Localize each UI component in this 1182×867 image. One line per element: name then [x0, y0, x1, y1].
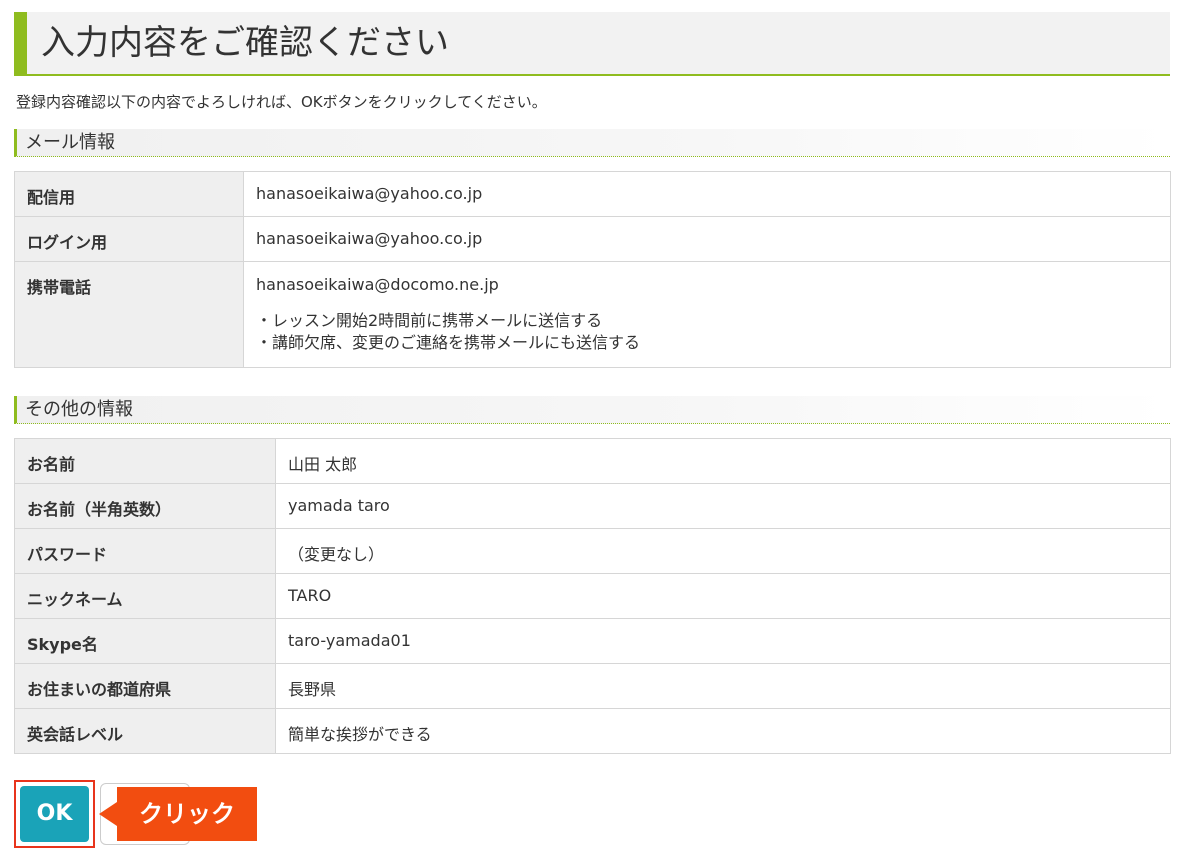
row-label: ログイン用 [14, 216, 244, 262]
row-label: パスワード [14, 528, 276, 574]
table-row: 配信用 hanasoeikaiwa@yahoo.co.jp [14, 171, 1171, 217]
row-label: お名前 [14, 438, 276, 484]
row-value: yamada taro [275, 483, 1171, 529]
mail-info-table: 配信用 hanasoeikaiwa@yahoo.co.jp ログイン用 hana… [14, 171, 1171, 368]
ok-button-label: OK [20, 786, 89, 842]
page-title: 入力内容をご確認ください [14, 12, 1170, 76]
table-row: 英会話レベル 簡単な挨拶ができる [14, 708, 1171, 754]
row-value: hanasoeikaiwa@yahoo.co.jp [243, 171, 1171, 217]
row-value: hanasoeikaiwa@yahoo.co.jp [243, 216, 1171, 262]
mail-section-heading: メール情報 [14, 129, 1170, 157]
click-callout: クリック [117, 787, 257, 841]
row-value-cell: hanasoeikaiwa@docomo.ne.jp ・レッスン開始2時間前に携… [243, 261, 1171, 368]
note-item: ・レッスン開始2時間前に携帯メールに送信する [256, 311, 603, 330]
row-label: お名前（半角英数） [14, 483, 276, 529]
table-row: お名前 山田 太郎 [14, 438, 1171, 484]
row-value: 簡単な挨拶ができる [275, 708, 1171, 754]
row-value: 山田 太郎 [275, 438, 1171, 484]
table-row: お住まいの都道府県 長野県 [14, 663, 1171, 709]
intro-text: 登録内容確認以下の内容でよろしければ、OKボタンをクリックしてください。 [16, 93, 547, 111]
row-value: 長野県 [275, 663, 1171, 709]
note-item: ・講師欠席、変更のご連絡を携帯メールにも送信する [256, 333, 641, 352]
row-label: 配信用 [14, 171, 244, 217]
row-label: Skype名 [14, 618, 276, 664]
row-label: 英会話レベル [14, 708, 276, 754]
mobile-notes: ・レッスン開始2時間前に携帯メールに送信する ・講師欠席、変更のご連絡を携帯メー… [256, 310, 1158, 354]
other-info-table: お名前 山田 太郎 お名前（半角英数） yamada taro パスワード （変… [14, 438, 1171, 754]
row-label: お住まいの都道府県 [14, 663, 276, 709]
row-label: ニックネーム [14, 573, 276, 619]
ok-button[interactable]: OK [14, 780, 95, 848]
table-row: 携帯電話 hanasoeikaiwa@docomo.ne.jp ・レッスン開始2… [14, 261, 1171, 368]
table-row: ニックネーム TARO [14, 573, 1171, 619]
row-value: hanasoeikaiwa@docomo.ne.jp [256, 275, 499, 294]
other-section-heading: その他の情報 [14, 396, 1170, 424]
callout-arrow-icon [99, 802, 117, 826]
table-row: お名前（半角英数） yamada taro [14, 483, 1171, 529]
table-row: パスワード （変更なし） [14, 528, 1171, 574]
row-label: 携帯電話 [14, 261, 244, 368]
row-value: TARO [275, 573, 1171, 619]
table-row: Skype名 taro-yamada01 [14, 618, 1171, 664]
row-value: （変更なし） [275, 528, 1171, 574]
row-value: taro-yamada01 [275, 618, 1171, 664]
table-row: ログイン用 hanasoeikaiwa@yahoo.co.jp [14, 216, 1171, 262]
